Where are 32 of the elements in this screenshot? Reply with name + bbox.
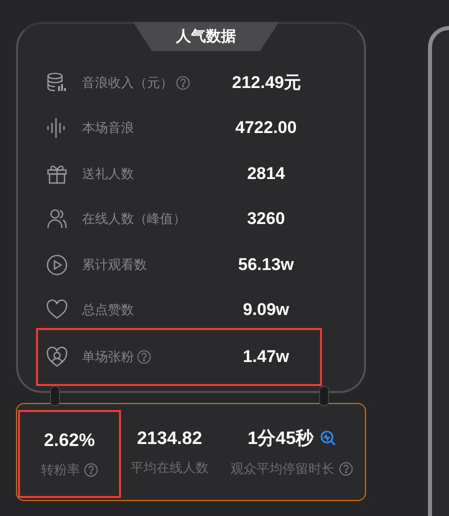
metric-value: 56.13w	[237, 254, 295, 275]
metric-value: 1.47w	[242, 347, 290, 367]
stat-value: 2134.82	[137, 428, 202, 448]
stat-label: 平均在线人数	[130, 460, 209, 476]
metric-value: 2814	[246, 164, 286, 184]
metric-label: 送礼人数	[82, 166, 134, 183]
database-icon	[46, 72, 68, 94]
metric-label: 单场张粉	[82, 349, 134, 366]
metric-label: 在线人数（峰值）	[82, 211, 186, 228]
help-icon[interactable]	[137, 350, 151, 364]
metric-label: 音浪收入（元）	[82, 74, 173, 92]
chart-search-icon[interactable]	[320, 430, 336, 446]
stat-label: 转粉率	[40, 462, 80, 478]
heart-person-icon	[46, 346, 68, 368]
stat-value: 2.62%	[44, 430, 95, 450]
help-icon[interactable]	[176, 76, 190, 90]
panel-title: 人气数据	[133, 22, 279, 51]
heart-icon	[46, 299, 68, 322]
metric-value: 212.49元	[232, 72, 302, 94]
users-icon	[46, 208, 68, 230]
metric-label: 累计观看数	[82, 256, 147, 274]
play-icon	[46, 254, 68, 276]
stat-value: 1分45秒	[248, 427, 314, 450]
metric-value: 9.09w	[242, 300, 290, 320]
gift-icon	[46, 162, 68, 185]
metric-label: 本场音浪	[82, 120, 134, 138]
stat-label: 观众平均停留时长	[230, 461, 335, 478]
help-icon[interactable]	[84, 462, 98, 476]
metric-value: 3260	[246, 209, 286, 230]
help-icon[interactable]	[338, 462, 353, 476]
metric-value: 4722.00	[234, 118, 298, 138]
metric-label: 总点赞数	[82, 302, 134, 320]
